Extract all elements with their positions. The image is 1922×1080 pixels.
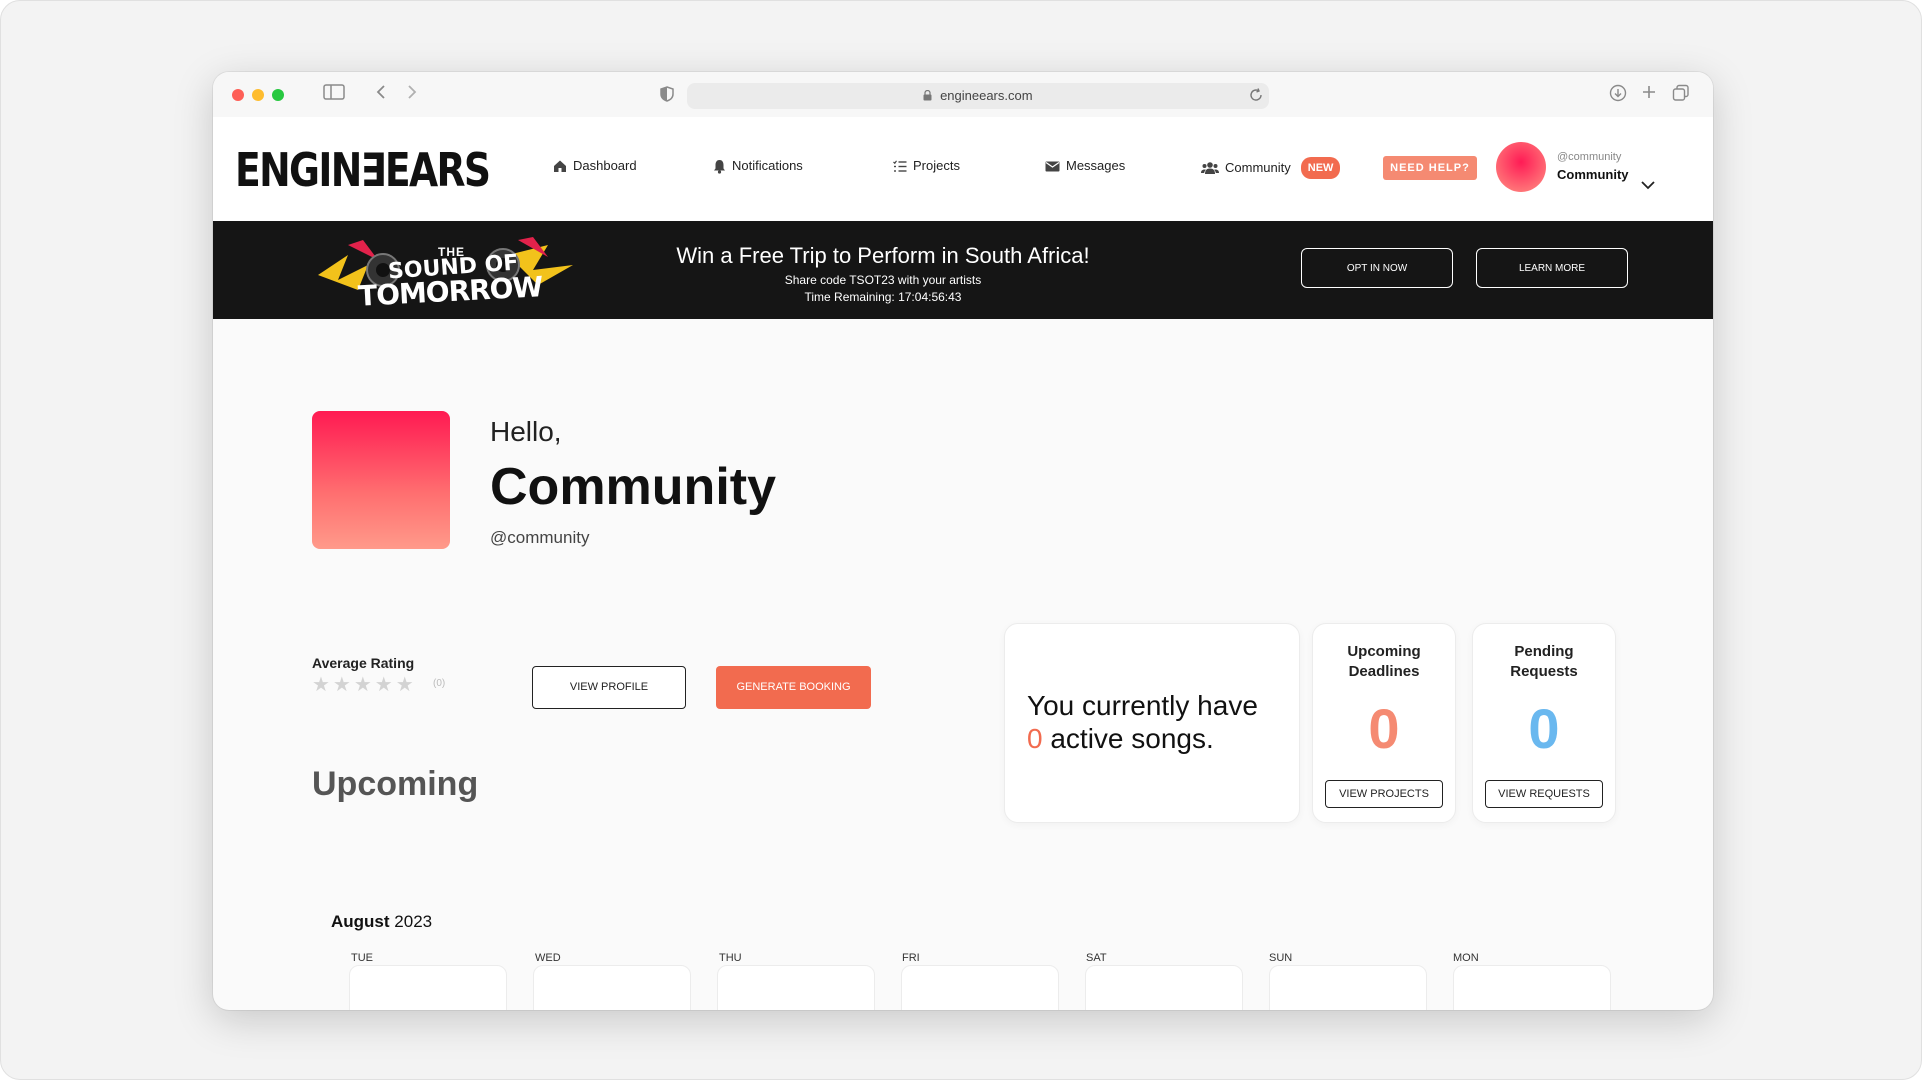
forward-arrow-icon[interactable] [406,84,418,104]
lock-icon [923,88,940,103]
address-bar[interactable]: engineears.com [687,83,1269,109]
opt-in-button[interactable]: OPT IN NOW [1301,248,1453,288]
nav-item-dashboard[interactable]: Dashboard [553,157,637,175]
user-handle: @community [1557,151,1622,163]
calendar-month-name: August [331,912,390,931]
new-tab-icon[interactable] [1641,84,1657,104]
banner-title: Win a Free Trip to Perform in South Afri… [676,243,1090,268]
home-icon [553,159,567,173]
envelope-icon [1045,161,1060,172]
requests-title-line1: Pending [1514,643,1574,660]
deadlines-title-line1: Upcoming [1347,643,1421,660]
day-label-sun: SUN [1269,952,1293,964]
nav-item-community[interactable]: Community NEW [1201,157,1341,179]
day-label-sat: SAT [1086,952,1107,964]
calendar-month: August 2023 [331,912,432,932]
view-profile-button[interactable]: VIEW PROFILE [532,666,686,709]
upcoming-heading: Upcoming [312,765,479,803]
active-songs-count: 0 [1027,723,1043,754]
nav-item-projects[interactable]: Projects [893,157,960,175]
day-label-thu: THU [719,952,742,964]
nav-item-label: Messages [1066,158,1126,173]
requests-count: 0 [1528,697,1560,760]
deadlines-count: 0 [1368,697,1400,760]
sidebar-toggle-icon[interactable] [323,84,345,104]
close-window-button[interactable] [232,89,244,101]
day-label-wed: WED [535,952,561,964]
new-badge: NEW [1300,157,1341,179]
learn-more-button[interactable]: LEARN MORE [1476,248,1628,288]
screen-frame: engineears.com ENGIN∃EARS Dashboard Noti… [0,0,1922,1080]
nav-item-label: Dashboard [573,158,637,173]
profile-name: Community [490,458,776,516]
bell-icon [713,159,726,174]
pending-requests-card: Pending Requests 0 VIEW REQUESTS [1472,623,1616,823]
nav-item-label: Community [1225,160,1291,175]
generate-booking-button[interactable]: GENERATE BOOKING [716,666,871,709]
list-icon [893,159,907,173]
top-navigation: ENGIN∃EARS Dashboard Notifications Proje… [213,117,1713,221]
day-label-tue: TUE [351,952,373,964]
chevron-down-icon[interactable] [1641,177,1655,195]
nav-item-notifications[interactable]: Notifications [713,157,803,175]
maximize-window-button[interactable] [272,89,284,101]
sound-of-tomorrow-logo: THE SOUND OF TOMORROW [308,235,578,313]
view-projects-button[interactable]: VIEW PROJECTS [1325,780,1443,808]
requests-title-line2: Requests [1510,663,1578,680]
user-name: Community [1557,167,1629,182]
day-cell-wed[interactable] [533,965,691,1010]
nav-item-messages[interactable]: Messages [1045,157,1125,175]
minimize-window-button[interactable] [252,89,264,101]
day-cell-sun[interactable] [1269,965,1427,1010]
view-requests-button[interactable]: VIEW REQUESTS [1485,780,1603,808]
browser-window: engineears.com ENGIN∃EARS Dashboard Noti… [213,72,1713,1010]
users-icon [1201,161,1219,175]
download-icon[interactable] [1609,84,1627,106]
reload-icon[interactable] [1249,88,1263,107]
songs-suffix: active songs. [1050,723,1214,754]
calendar-year: 2023 [394,912,433,931]
nav-item-label: Projects [913,158,960,173]
url-text: engineears.com [940,88,1033,103]
day-cell-mon[interactable] [1453,965,1611,1010]
active-songs-card: You currently have 0 active songs. [1004,623,1300,823]
nav-item-label: Notifications [732,158,803,173]
back-arrow-icon[interactable] [375,84,387,104]
rating-count: (0) [433,678,446,689]
rating-stars: ★★★★★ [312,674,417,696]
tab-overview-icon[interactable] [1672,84,1690,106]
songs-prefix: You currently have [1027,690,1258,721]
day-label-mon: MON [1453,952,1479,964]
banner-countdown: Time Remaining: 17:04:56:43 [804,290,962,304]
profile-handle: @community [490,528,590,547]
day-cell-fri[interactable] [901,965,1059,1010]
need-help-button[interactable]: NEED HELP? [1383,156,1477,180]
browser-toolbar: engineears.com [213,72,1713,118]
upcoming-deadlines-card: Upcoming Deadlines 0 VIEW PROJECTS [1312,623,1456,823]
day-cell-sat[interactable] [1085,965,1243,1010]
profile-avatar[interactable] [312,411,450,549]
day-label-fri: FRI [902,952,920,964]
promo-banner: THE SOUND OF TOMORROW Win a Free Trip to… [213,221,1713,319]
average-rating-label: Average Rating [312,655,415,671]
engineears-logo[interactable]: ENGIN∃EARS [235,145,491,195]
deadlines-title-line2: Deadlines [1348,663,1420,680]
banner-subtitle: Share code TSOT23 with your artists [784,273,982,287]
day-cell-tue[interactable] [349,965,507,1010]
greeting-text: Hello, [490,416,562,447]
day-cell-thu[interactable] [717,965,875,1010]
user-avatar[interactable] [1496,142,1546,192]
shield-icon[interactable] [660,86,674,106]
